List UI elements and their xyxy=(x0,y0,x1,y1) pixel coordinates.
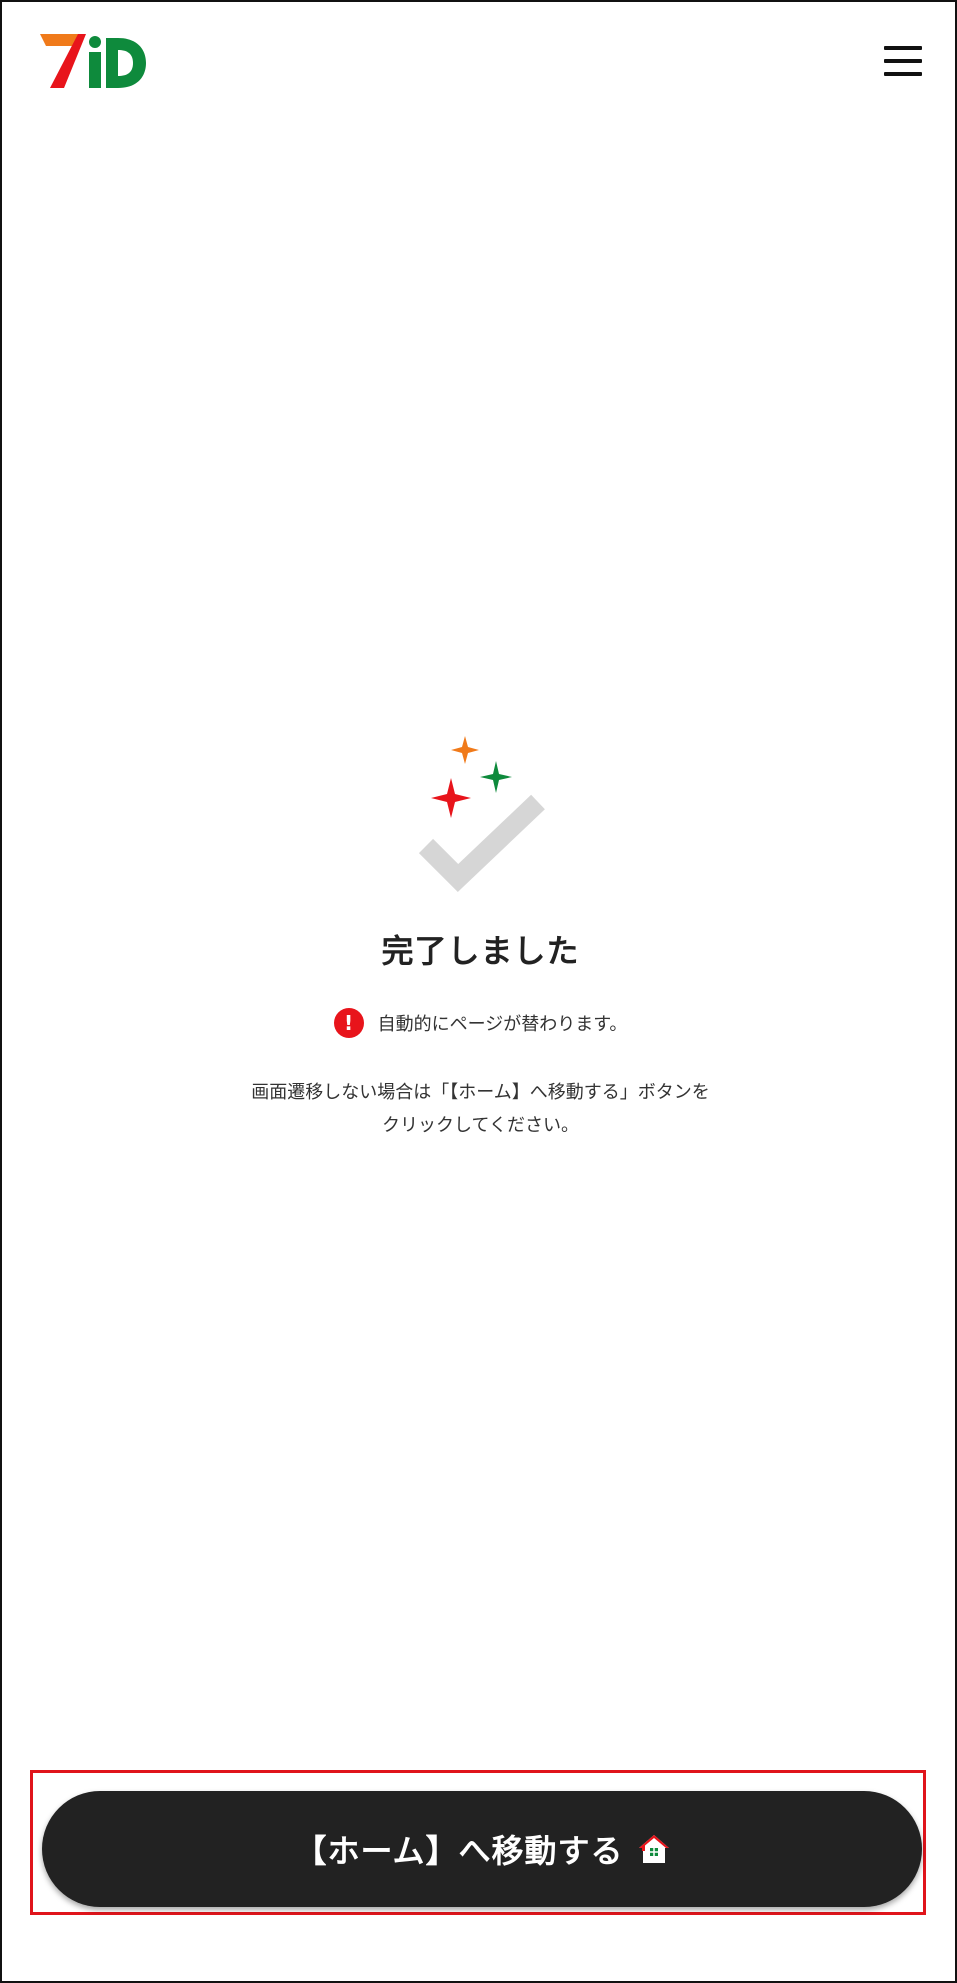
house-icon xyxy=(638,1835,669,1863)
brand-logo[interactable] xyxy=(38,32,146,90)
redirect-instructions: 画面遷移しない場合は「【ホーム】へ移動する」ボタンを クリックしてください。 xyxy=(2,1076,957,1142)
seven-id-logo-icon xyxy=(40,34,146,88)
check-sparkle-icon xyxy=(416,736,546,896)
go-home-button[interactable]: 【ホーム】へ移動する xyxy=(42,1791,922,1907)
hamburger-menu-icon[interactable] xyxy=(880,42,926,84)
instructions-line-2: クリックしてください。 xyxy=(382,1115,579,1136)
menu-bar xyxy=(884,59,922,63)
auto-redirect-notice: ! 自動的にページが替わります。 xyxy=(2,1008,957,1038)
home-button-label: 【ホーム】へ移動する xyxy=(294,1832,624,1870)
menu-bar xyxy=(884,72,922,76)
app-frame: 完了しました ! 自動的にページが替わります。 画面遷移しない場合は「【ホーム】へ… xyxy=(0,0,957,1983)
instructions-line-1: 画面遷移しない場合は「【ホーム】へ移動する」ボタンを xyxy=(251,1082,710,1103)
notice-text: 自動的にページが替わります。 xyxy=(377,1014,628,1035)
page-title: 完了しました xyxy=(381,932,580,970)
exclamation-alert-icon: ! xyxy=(333,1008,364,1038)
menu-bar xyxy=(884,46,922,50)
